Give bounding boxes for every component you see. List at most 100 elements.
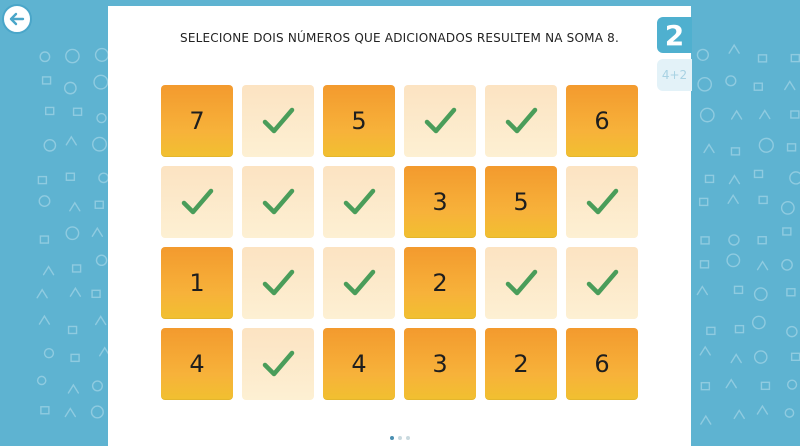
doodle-shape [753,350,768,364]
completed-tile[interactable] [485,85,557,157]
doodle-shape [36,288,48,299]
tile-number: 1 [189,269,205,297]
tile-number: 2 [432,269,448,297]
completed-tile[interactable] [485,247,557,319]
completed-tile[interactable] [242,328,314,400]
arrow-left-icon [9,12,25,26]
completed-tile[interactable] [323,166,395,238]
doodle-shape [757,236,767,245]
check-icon [343,188,376,215]
doodle-shape [730,147,741,156]
doodle-shape [41,76,52,85]
doodle-shape [700,414,712,425]
doodle-shape [784,80,796,91]
doodle-shape [94,47,109,62]
tile-number: 4 [189,350,205,378]
doodle-shape [39,235,50,244]
page-indicator [108,436,691,440]
doodle-shape [753,169,764,179]
number-tile[interactable]: 5 [485,166,557,238]
number-tile[interactable]: 7 [161,85,233,157]
number-tile[interactable]: 2 [404,247,476,319]
doodle-shape [72,107,83,116]
doodle-shape [780,200,795,215]
check-icon [262,107,295,134]
tile-number: 5 [351,107,367,135]
number-tile[interactable]: 1 [161,247,233,319]
doodle-shape [781,258,793,271]
completed-tile[interactable] [566,166,638,238]
completed-tile[interactable] [242,85,314,157]
number-tile[interactable]: 4 [161,328,233,400]
doodle-shape [69,201,81,212]
doodle-shape [67,383,80,394]
doodle-shape [733,409,745,420]
doodle-shape [91,226,104,237]
doodle-shape [757,54,768,63]
doodle-shape [726,253,741,268]
doodle-shape [696,285,709,296]
doodle-shape [40,406,50,415]
check-icon [343,269,376,296]
doodle-shape [698,197,709,207]
doodle-shape [790,352,800,362]
tile-number: 6 [594,107,610,135]
doodle-shape [730,109,743,120]
doodle-shape [697,76,713,92]
number-tile[interactable]: 4 [323,328,395,400]
doodle-shape [699,345,711,356]
doodle-shape [42,265,55,276]
doodle-shape [95,254,108,267]
completed-tile[interactable] [242,247,314,319]
completed-tile[interactable] [161,166,233,238]
back-button[interactable] [2,4,32,34]
number-tile[interactable]: 2 [485,328,557,400]
doodle-shape [756,404,769,415]
doodle-shape [751,315,766,330]
page-dot [397,436,402,440]
tile-number: 6 [594,350,610,378]
doodle-shape [38,314,51,325]
doodle-shape [786,288,796,297]
doodle-shape [94,200,104,209]
number-tile[interactable]: 3 [404,166,476,238]
number-tile[interactable]: 6 [566,85,638,157]
doodle-shape [65,172,76,181]
doodle-shape [786,325,798,338]
number-tile[interactable]: 5 [323,85,395,157]
doodle-shape [782,227,792,236]
completed-tile[interactable] [323,247,395,319]
doodle-shape [63,81,77,95]
check-icon [262,350,295,377]
doodle-shape [699,107,715,123]
completed-tile[interactable] [404,85,476,157]
doodle-shape [69,286,82,297]
tile-number: 2 [513,350,529,378]
doodle-shape [64,407,77,418]
doodle-shape [92,136,107,152]
tile-number: 3 [432,188,448,216]
doodle-shape [786,379,798,390]
doodle-shape [43,348,55,359]
completed-tile[interactable] [566,247,638,319]
doodle-shape [758,137,774,153]
number-tile[interactable]: 6 [566,328,638,400]
doodle-shape [96,112,107,124]
check-icon [586,269,619,296]
doodle-shape [727,193,739,204]
doodle-shape [39,51,51,63]
doodle-shape [696,48,709,61]
tile-number: 4 [351,350,367,378]
number-tile[interactable]: 3 [404,328,476,400]
completed-tile[interactable] [242,166,314,238]
doodle-shape [753,82,763,91]
doodle-shape [43,139,57,152]
doodle-shape [98,172,109,184]
check-icon [586,188,619,215]
doodle-shape [38,195,51,208]
next-level-button[interactable]: 4+2 [657,59,692,91]
doodle-shape [67,325,78,335]
tile-number: 5 [513,188,529,216]
doodle-shape [70,353,80,363]
check-icon [424,107,457,134]
